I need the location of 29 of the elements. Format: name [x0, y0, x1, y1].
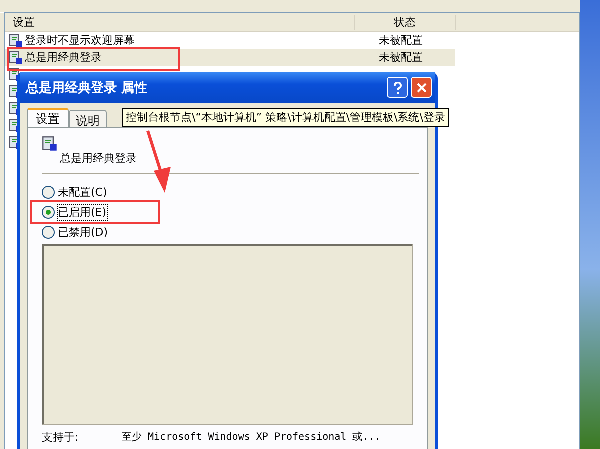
path-tooltip: 控制台根节点\“本地计算机” 策略\计算机配置\管理模板\系统\登录 [122, 108, 450, 127]
supported-value: 至少 Microsoft Windows XP Professional 或... [122, 430, 381, 445]
setting-status: 未被配置 [379, 33, 424, 48]
column-header[interactable]: 设置 [5, 14, 355, 30]
policy-icon [42, 136, 58, 152]
policy-icon [9, 34, 23, 48]
close-button[interactable] [411, 77, 432, 98]
column-header[interactable]: 状态 [355, 14, 456, 30]
tab[interactable]: 说明 [69, 110, 107, 127]
tab[interactable]: 设置 [27, 108, 69, 127]
radio-option[interactable]: 已禁用(D) [42, 224, 112, 240]
policy-icon [9, 50, 23, 64]
help-button[interactable] [387, 77, 408, 98]
radio-button[interactable] [42, 186, 55, 198]
setting-name: 登录时不显示欢迎屏幕 [25, 33, 135, 48]
radio-button[interactable] [42, 226, 55, 238]
setting-title: 总是用经典登录 [60, 152, 138, 166]
list-row[interactable]: 登录时不显示欢迎屏幕 未被配置 [5, 32, 455, 49]
setting-status: 未被配置 [379, 50, 424, 65]
radio-option[interactable]: 已启用(E) [42, 204, 110, 220]
list-row[interactable]: 总是用经典登录 未被配置 [5, 49, 455, 66]
window-title: 总是用经典登录 属性 [26, 80, 149, 96]
supported-label: 支持于: [42, 430, 80, 445]
setting-name: 总是用经典登录 [25, 50, 102, 65]
arrow-drawing [146, 130, 171, 193]
close-icon [416, 82, 426, 92]
radio-button[interactable] [42, 206, 55, 218]
radio-option[interactable]: 未配置(C) [42, 184, 110, 200]
question-mark-icon [392, 82, 402, 94]
